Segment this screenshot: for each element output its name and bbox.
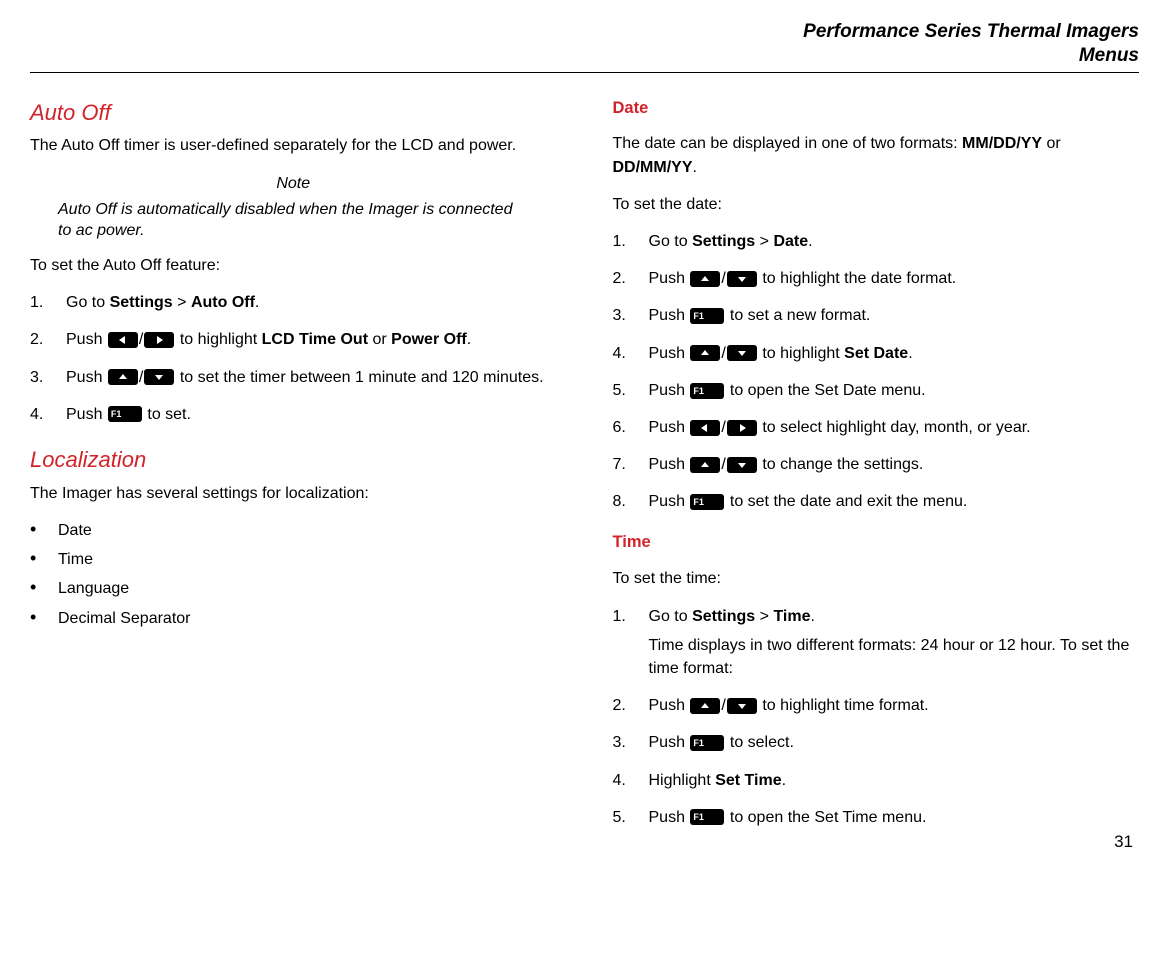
up-arrow-icon [690,271,720,287]
up-arrow-icon [690,698,720,714]
right-arrow-icon [727,420,757,436]
list-item: Push / to select highlight day, month, o… [613,416,1140,439]
localization-list: Date Time Language Decimal Separator [30,519,557,630]
date-heading: Date [613,97,1140,121]
header-rule [30,72,1139,73]
auto-off-leadin: To set the Auto Off feature: [30,254,557,277]
date-steps: Go to Settings > Date. Push / to highlig… [613,230,1140,514]
time-steps: Go to Settings > Time. Time displays in … [613,605,1140,829]
list-item: Push / to highlight time format. [613,694,1140,717]
list-item: Push / to highlight the date format. [613,267,1140,290]
list-item: Highlight Set Time. [613,769,1140,792]
list-item: Push / to change the settings. [613,453,1140,476]
auto-off-steps: Go to Settings > Auto Off. Push / to hig… [30,291,557,426]
list-item: Push / to highlight Set Date. [613,342,1140,365]
time-leadin: To set the time: [613,567,1140,590]
f1-button-icon: F1 [690,494,724,510]
down-arrow-icon [727,457,757,473]
left-arrow-icon [108,332,138,348]
up-arrow-icon [108,369,138,385]
localization-heading: Localization [30,444,557,476]
header-line-2: Menus [30,44,1139,68]
date-intro: The date can be displayed in one of two … [613,132,1140,178]
page-header: Performance Series Thermal Imagers Menus [30,20,1139,68]
f1-button-icon: F1 [690,383,724,399]
left-arrow-icon [690,420,720,436]
auto-off-heading: Auto Off [30,97,557,129]
down-arrow-icon [727,345,757,361]
list-item: Decimal Separator [30,607,557,630]
localization-intro: The Imager has several settings for loca… [30,482,557,505]
auto-off-intro: The Auto Off timer is user-defined separ… [30,134,557,157]
f1-button-icon: F1 [690,308,724,324]
list-item: Go to Settings > Time. Time displays in … [613,605,1140,681]
list-item: Push F1 to open the Set Time menu. [613,806,1140,829]
list-item: Push F1 to set a new format. [613,304,1140,327]
list-item: Language [30,577,557,600]
time-sub-note: Time displays in two different formats: … [649,634,1140,680]
note-label: Note [30,172,557,195]
header-line-1: Performance Series Thermal Imagers [30,20,1139,44]
list-item: Push F1 to select. [613,731,1140,754]
list-item: Go to Settings > Date. [613,230,1140,253]
page-number: 31 [1114,830,1133,855]
note-body: Auto Off is automatically disabled when … [58,199,529,242]
f1-button-icon: F1 [108,406,142,422]
f1-button-icon: F1 [690,809,724,825]
list-item: Go to Settings > Auto Off. [30,291,557,314]
date-leadin: To set the date: [613,193,1140,216]
left-column: Auto Off The Auto Off timer is user-defi… [30,97,557,847]
list-item: Push F1 to set the date and exit the men… [613,490,1140,513]
list-item: Time [30,548,557,571]
right-column: Date The date can be displayed in one of… [613,97,1140,847]
up-arrow-icon [690,345,720,361]
list-item: Push F1 to set. [30,403,557,426]
list-item: Push / to highlight LCD Time Out or Powe… [30,328,557,351]
up-arrow-icon [690,457,720,473]
list-item: Date [30,519,557,542]
time-heading: Time [613,531,1140,555]
down-arrow-icon [144,369,174,385]
f1-button-icon: F1 [690,735,724,751]
down-arrow-icon [727,271,757,287]
down-arrow-icon [727,698,757,714]
list-item: Push / to set the timer between 1 minute… [30,366,557,389]
list-item: Push F1 to open the Set Date menu. [613,379,1140,402]
right-arrow-icon [144,332,174,348]
